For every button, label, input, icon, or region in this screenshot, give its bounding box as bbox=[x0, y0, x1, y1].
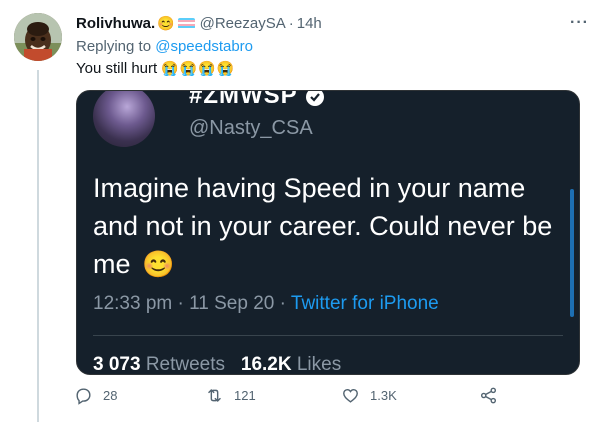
tweet-header: Rolivhuwa. 😊 @ReezaySA · 14h bbox=[76, 13, 322, 33]
replying-to-handle[interactable]: @speedstabro bbox=[155, 38, 253, 55]
tweet-media-image[interactable]: #ZMWSP @Nasty_CSA Imagine having Speed i… bbox=[76, 90, 580, 375]
display-name[interactable]: Rolivhuwa. bbox=[76, 15, 155, 32]
retweet-button[interactable]: 121 bbox=[205, 386, 256, 405]
share-icon bbox=[480, 387, 497, 404]
action-bar: 28 121 1.3K bbox=[74, 386, 504, 408]
quoted-avatar bbox=[93, 91, 155, 147]
user-handle[interactable]: @ReezaySA bbox=[200, 15, 286, 32]
quoted-likes-count: 16.2K bbox=[240, 354, 292, 375]
replying-to: Replying to @speedstabro bbox=[76, 38, 253, 55]
quoted-meta: 12:33 pm · 11 Sep 20 · Twitter for iPhon… bbox=[93, 293, 439, 315]
separator-dot: · bbox=[288, 14, 294, 32]
more-icon[interactable]: ··· bbox=[570, 14, 589, 32]
meta-dot: · bbox=[279, 293, 291, 314]
quoted-handle: @Nasty_CSA bbox=[189, 117, 313, 139]
avatar-image bbox=[14, 13, 62, 61]
tweet-emojis: 😭😭😭😭 bbox=[161, 60, 235, 76]
trans-flag-icon bbox=[177, 17, 195, 29]
name-emoji: 😊 bbox=[157, 15, 175, 31]
quoted-time: 12:33 pm bbox=[93, 293, 173, 314]
meta-dot: · bbox=[177, 293, 190, 314]
retweet-icon bbox=[208, 389, 221, 402]
replying-to-label: Replying to bbox=[76, 38, 152, 55]
share-button[interactable] bbox=[479, 386, 498, 405]
timestamp[interactable]: 14h bbox=[297, 15, 322, 32]
media-scrollbar bbox=[570, 189, 574, 317]
reply-count: 28 bbox=[103, 388, 118, 403]
tweet-text: You still hurt 😭😭😭😭 bbox=[76, 60, 235, 77]
quoted-body-emoji: 😊 bbox=[142, 249, 175, 279]
reply-button[interactable]: 28 bbox=[74, 386, 117, 405]
retweet-count: 121 bbox=[234, 388, 256, 403]
quoted-date: 11 Sep 20 bbox=[189, 293, 275, 314]
quoted-display-name: #ZMWSP bbox=[189, 90, 325, 110]
reply-icon bbox=[76, 388, 91, 405]
verified-icon bbox=[305, 91, 324, 106]
quoted-source: Twitter for iPhone bbox=[290, 293, 439, 314]
like-icon bbox=[343, 389, 358, 403]
quoted-retweets-label: Retweets bbox=[145, 354, 226, 375]
like-count: 1.3K bbox=[370, 388, 397, 403]
thread-line bbox=[37, 70, 39, 422]
quoted-body: Imagine having Speed in your name and no… bbox=[93, 169, 563, 283]
quoted-likes-label: Likes bbox=[296, 354, 342, 375]
quoted-title: #ZMWSP bbox=[189, 90, 298, 109]
like-button[interactable]: 1.3K bbox=[341, 386, 397, 405]
quoted-stats: 3 073 Retweets 16.2K Likes bbox=[93, 354, 342, 375]
quoted-retweets-count: 3 073 bbox=[93, 354, 141, 375]
avatar[interactable] bbox=[14, 13, 62, 61]
quoted-divider bbox=[93, 335, 563, 336]
tweet-text-content: You still hurt bbox=[76, 60, 158, 77]
